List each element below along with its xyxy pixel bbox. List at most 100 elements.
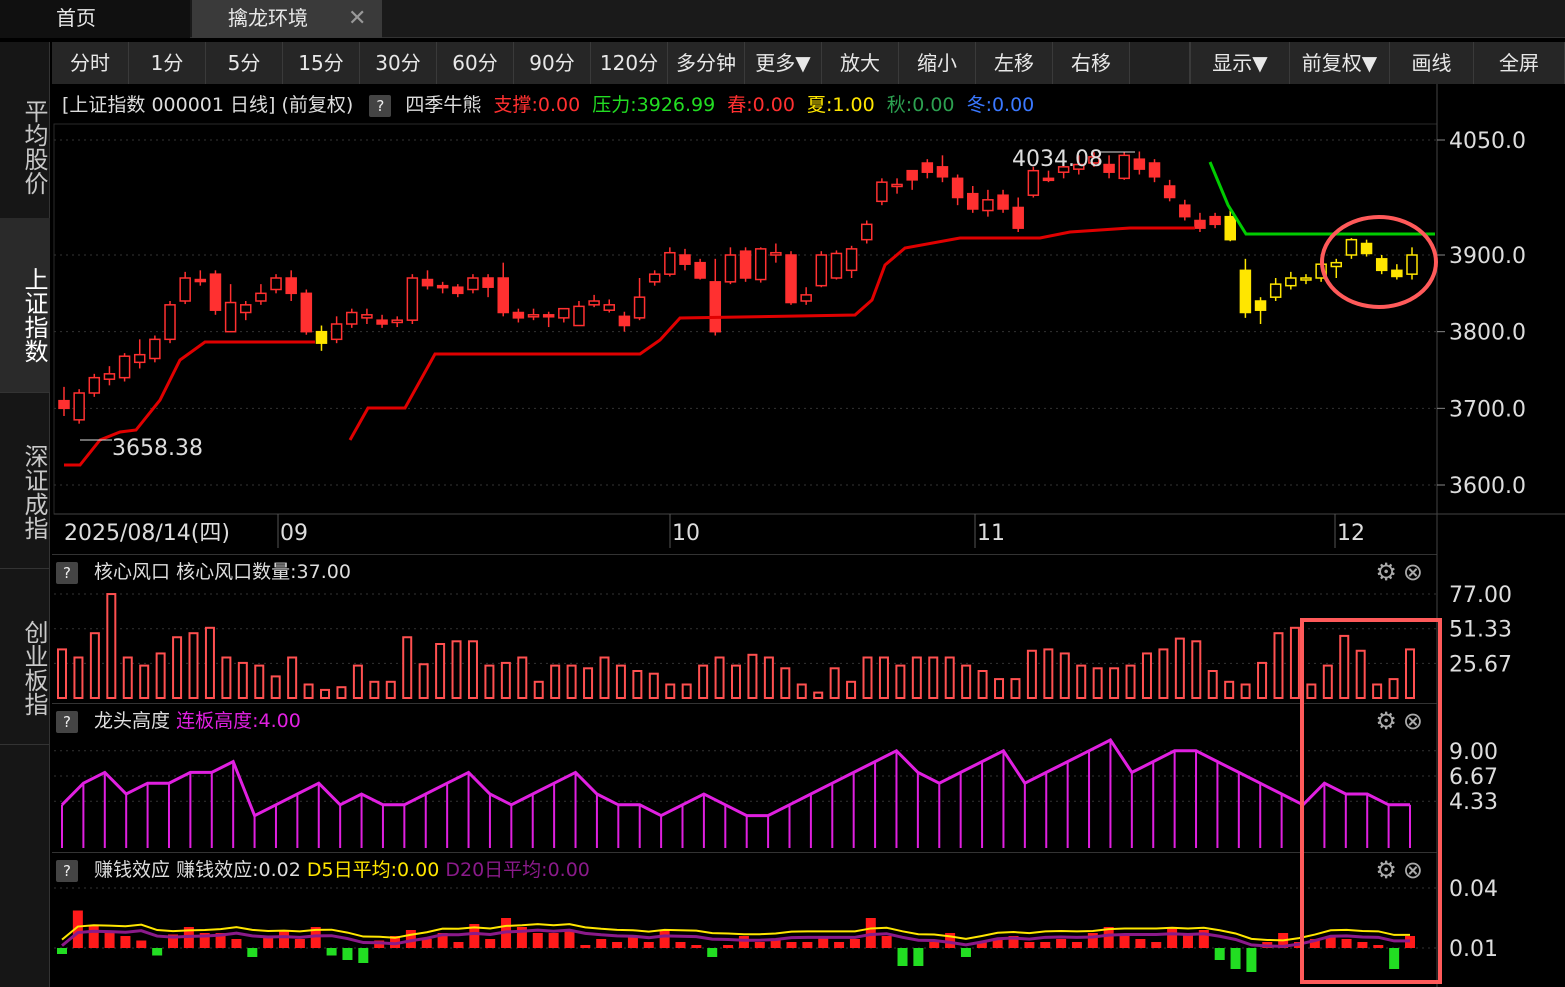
candle-body bbox=[73, 392, 85, 421]
candle-body bbox=[1194, 219, 1206, 229]
profit-effect-bar bbox=[897, 948, 908, 966]
core-theme-bar bbox=[254, 664, 265, 699]
candle-body bbox=[164, 304, 176, 341]
profit-effect-bar bbox=[1024, 942, 1035, 948]
candle-body bbox=[618, 315, 631, 327]
candle-body bbox=[346, 311, 358, 325]
candle-body bbox=[739, 250, 752, 279]
core-theme-bar bbox=[369, 680, 380, 699]
candle-body bbox=[573, 305, 585, 327]
core-theme-bar bbox=[385, 680, 396, 699]
core-theme-bar bbox=[336, 686, 347, 700]
profit-effect-bar bbox=[231, 939, 242, 948]
profit-effect-bar bbox=[659, 930, 670, 948]
date-axis-label: 12 bbox=[1337, 521, 1365, 546]
core-theme-bar bbox=[73, 656, 84, 699]
core-theme-bar bbox=[204, 626, 215, 699]
candle-body bbox=[679, 254, 691, 265]
candle-body bbox=[724, 254, 737, 283]
profit-effect-bar bbox=[738, 936, 749, 948]
core-theme-bar bbox=[451, 640, 462, 699]
candle-body bbox=[1375, 258, 1388, 272]
profit-effect-bar bbox=[1119, 936, 1130, 948]
core-theme-bar bbox=[1076, 664, 1087, 699]
core-theme-bar bbox=[911, 656, 922, 699]
core-theme-bar bbox=[1224, 680, 1235, 699]
candle-body bbox=[194, 278, 207, 283]
candle-body bbox=[982, 199, 994, 212]
candle-body bbox=[482, 277, 494, 288]
profit-effect-bar bbox=[342, 948, 353, 960]
core-theme-bar bbox=[57, 648, 67, 700]
profit-effect-bar bbox=[1071, 942, 1082, 948]
core-theme-bar bbox=[221, 656, 232, 699]
core-theme-bar bbox=[1109, 667, 1120, 699]
core-theme-bar bbox=[270, 675, 281, 700]
candle-body bbox=[633, 296, 646, 319]
panel-axis-label: 77.00 bbox=[1449, 583, 1512, 608]
candle-body bbox=[1027, 169, 1040, 196]
candle-body bbox=[179, 277, 191, 302]
candle-body bbox=[1103, 163, 1115, 173]
profit-effect-bar bbox=[1373, 945, 1384, 948]
core-theme-bar bbox=[961, 664, 972, 699]
profit-effect-bar bbox=[152, 948, 163, 956]
candle-body bbox=[1254, 300, 1267, 311]
candle-body bbox=[951, 177, 964, 199]
candle-body bbox=[467, 277, 479, 291]
candle-body bbox=[1179, 204, 1191, 218]
candle-body bbox=[103, 373, 116, 380]
low-price-annotation: 3658.38 bbox=[112, 436, 203, 461]
core-theme-bar bbox=[320, 688, 331, 700]
core-theme-bar bbox=[796, 683, 807, 699]
core-theme-bar bbox=[1026, 649, 1037, 699]
core-theme-bar bbox=[665, 683, 676, 699]
chart-canvas[interactable]: 4050.0 3900.0 3800.0 3700.0 3600.0 4034.08 365… bbox=[0, 0, 1565, 987]
profit-effect-bar bbox=[485, 939, 496, 948]
core-theme-bar bbox=[566, 664, 577, 699]
pressure-line bbox=[1208, 161, 1435, 236]
date-axis-label: 10 bbox=[672, 521, 700, 546]
panel-axis-label: 0.04 bbox=[1449, 877, 1498, 902]
profit-effect-bar bbox=[1357, 942, 1368, 948]
core-theme-bar bbox=[1257, 661, 1268, 700]
core-theme-bar bbox=[402, 636, 413, 699]
candle-body bbox=[588, 300, 600, 306]
candle-body bbox=[118, 355, 131, 379]
candle-body bbox=[542, 314, 555, 318]
profit-effect-bar bbox=[691, 945, 702, 948]
candle-body bbox=[648, 273, 661, 283]
candle-body bbox=[754, 248, 767, 281]
profit-effect-bar bbox=[548, 933, 559, 948]
candle-body bbox=[209, 273, 222, 311]
core-theme-bar bbox=[632, 670, 643, 699]
core-theme-bar bbox=[1174, 637, 1185, 699]
profit-effect-bar bbox=[1040, 942, 1051, 948]
candle-body bbox=[770, 251, 782, 256]
price-axis-label: 3800.0 bbox=[1449, 321, 1526, 346]
core-theme-bar bbox=[1405, 648, 1415, 700]
core-theme-bar bbox=[698, 664, 709, 699]
core-theme-bar bbox=[1355, 649, 1366, 699]
candle-body bbox=[1042, 177, 1055, 182]
profit-effect-bar bbox=[564, 930, 575, 948]
candle-body bbox=[133, 353, 146, 364]
core-theme-bar bbox=[1322, 664, 1333, 699]
profit-effect-bar bbox=[723, 945, 734, 948]
candle-body bbox=[1330, 261, 1343, 268]
candle-body bbox=[512, 311, 525, 319]
core-theme-bar bbox=[862, 656, 873, 699]
core-theme-bar bbox=[122, 656, 133, 699]
core-theme-bar bbox=[944, 656, 955, 699]
candle-body bbox=[936, 166, 949, 178]
candle-body bbox=[1406, 254, 1418, 275]
profit-effect-bar bbox=[786, 942, 797, 948]
candle-body bbox=[1163, 185, 1176, 199]
panel-axis-label: 0.01 bbox=[1449, 937, 1498, 962]
price-axis-label: 3600.0 bbox=[1449, 474, 1526, 499]
candle-body bbox=[664, 251, 676, 275]
candle-body bbox=[1239, 269, 1252, 314]
candle-body bbox=[1285, 277, 1297, 287]
highlight-box bbox=[1300, 618, 1442, 984]
profit-effect-bar bbox=[707, 948, 718, 957]
